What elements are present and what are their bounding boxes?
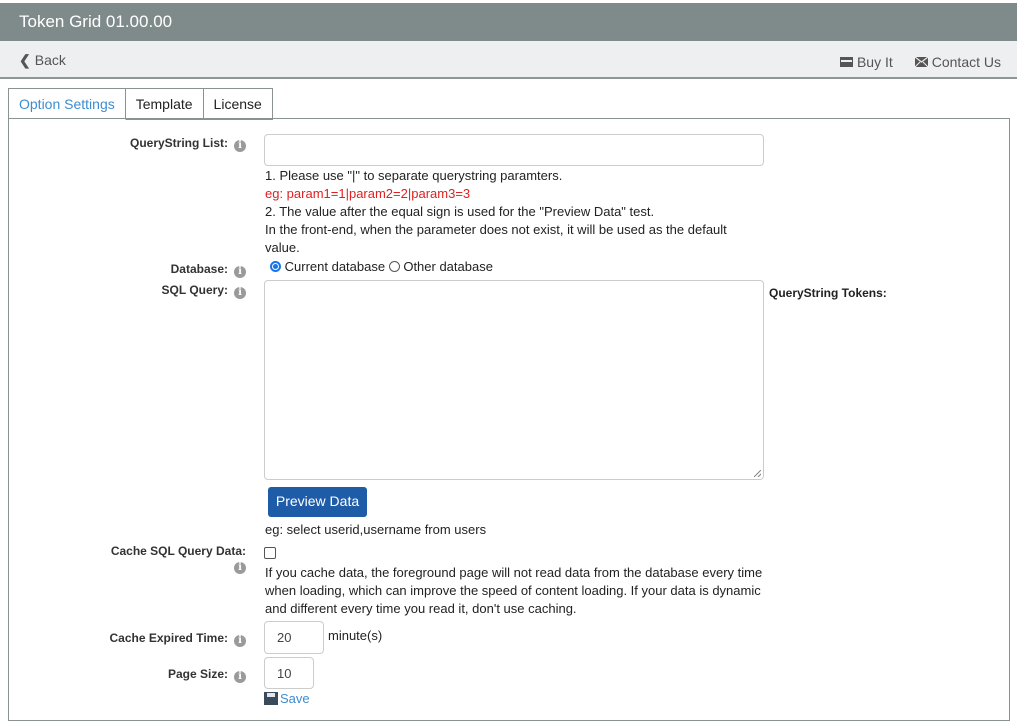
expire-label: Cache Expired Time: i (96, 631, 246, 647)
querystring-label: QueryString List: i (96, 136, 246, 152)
back-button[interactable]: ❮ Back (19, 52, 66, 69)
database-label-text: Database: (170, 262, 228, 276)
tab-option-settings[interactable]: Option Settings (8, 88, 126, 120)
buy-it-label: Buy It (856, 54, 893, 70)
radio-current-database-label: Current database (284, 259, 386, 274)
save-label: Save (280, 691, 310, 706)
querystring-tokens-label: QueryString Tokens: (769, 286, 887, 300)
credit-card-icon (839, 57, 853, 67)
querystring-example: eg: param1=1|param2=2|param3=3 (265, 186, 471, 201)
database-radio-group: Current database Other database (270, 258, 493, 276)
querystring-label-text: QueryString List: (129, 136, 228, 150)
radio-current-database-button[interactable] (270, 261, 281, 272)
info-icon[interactable]: i (234, 635, 246, 647)
radio-other-database[interactable]: Other database (388, 259, 493, 274)
expire-unit: minute(s) (328, 628, 383, 643)
expire-input[interactable] (264, 621, 324, 654)
sql-example: eg: select userid,username from users (265, 522, 487, 537)
radio-other-database-label: Other database (403, 259, 493, 274)
cache-label-text: Cache SQL Query Data: (110, 544, 246, 558)
envelope-icon (914, 57, 928, 67)
querystring-input[interactable] (264, 134, 764, 166)
chevron-left-icon: ❮ (19, 52, 31, 68)
info-icon[interactable]: i (234, 287, 246, 299)
radio-current-database[interactable]: Current database (270, 259, 385, 274)
cache-checkbox[interactable] (264, 547, 276, 559)
sql-query-textarea[interactable] (264, 280, 764, 480)
tab-bar: Option Settings Template License (8, 88, 273, 120)
querystring-help-4: value. (265, 240, 300, 255)
resize-handle[interactable] (754, 470, 761, 477)
page-size-label-text: Page Size: (167, 667, 228, 681)
save-button[interactable]: Save (264, 691, 310, 706)
info-icon[interactable]: i (234, 140, 246, 152)
floppy-disk-icon (264, 692, 278, 705)
querystring-help-1: 1. Please use "|" to separate querystrin… (265, 168, 563, 183)
querystring-help-3: In the front-end, when the parameter doe… (265, 222, 727, 237)
sql-query-label-text: SQL Query: (161, 283, 228, 297)
app-header: Token Grid 01.00.00 (0, 3, 1017, 41)
cache-label: Cache SQL Query Data: i (96, 544, 246, 574)
preview-data-button[interactable]: Preview Data (268, 487, 367, 517)
cache-help-1: If you cache data, the foreground page w… (265, 565, 763, 580)
tab-license[interactable]: License (203, 88, 273, 120)
back-label: Back (34, 52, 66, 68)
nav-bar: ❮ Back Buy It Contact Us (0, 41, 1017, 79)
cache-help-3: and different every time you read it, do… (265, 601, 577, 616)
page-size-label: Page Size: i (96, 667, 246, 683)
tab-template[interactable]: Template (125, 88, 204, 120)
radio-other-database-button[interactable] (388, 261, 400, 272)
page-size-input[interactable] (264, 657, 314, 689)
expire-label-text: Cache Expired Time: (109, 631, 229, 645)
contact-us-link[interactable]: Contact Us (914, 54, 1001, 70)
sql-query-label: SQL Query: i (96, 283, 246, 299)
querystring-help-2: 2. The value after the equal sign is use… (265, 204, 655, 219)
info-icon[interactable]: i (234, 671, 246, 683)
app-title: Token Grid 01.00.00 (19, 12, 173, 31)
buy-it-link[interactable]: Buy It (839, 54, 893, 70)
contact-us-label: Contact Us (931, 54, 1001, 70)
info-icon[interactable]: i (234, 266, 246, 278)
cache-help-2: when loading, which can improve the spee… (265, 583, 761, 598)
info-icon[interactable]: i (234, 562, 246, 574)
database-label: Database: i (96, 262, 246, 278)
